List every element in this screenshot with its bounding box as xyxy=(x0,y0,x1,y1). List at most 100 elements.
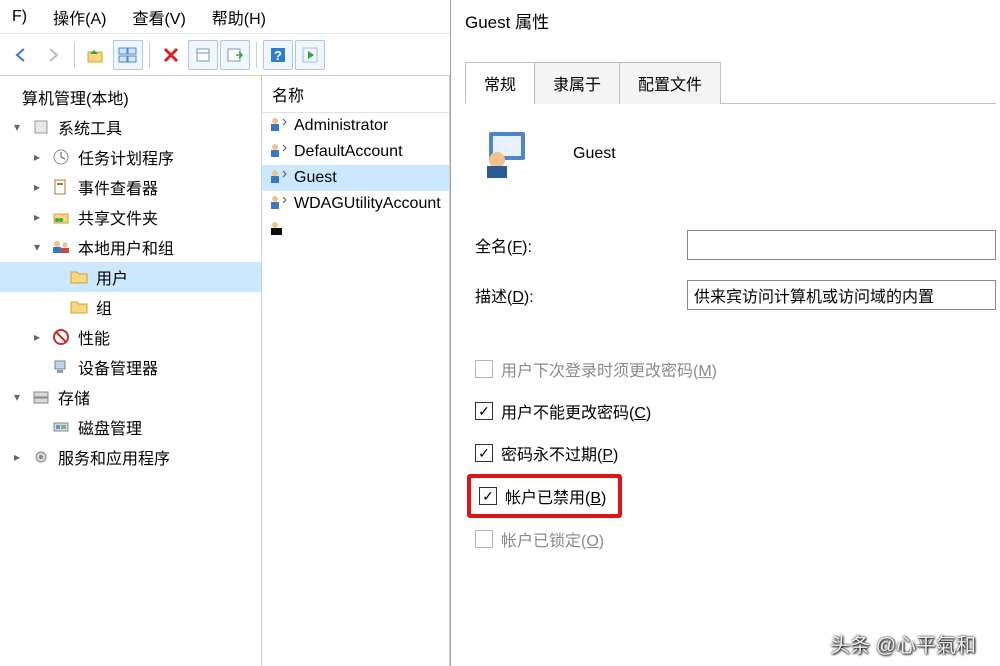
expand-icon: ▸ xyxy=(30,330,44,344)
folder-icon xyxy=(68,297,90,317)
window-tile-icon[interactable] xyxy=(113,40,143,70)
nav-forward-icon[interactable] xyxy=(38,40,68,70)
list-item-label: DefaultAccount xyxy=(294,143,403,161)
nav-back-icon[interactable] xyxy=(6,40,36,70)
tree-label: 用户 xyxy=(96,265,128,289)
user-icon xyxy=(268,194,290,214)
dialog-user-name: Guest xyxy=(573,145,616,163)
menu-file[interactable]: F) xyxy=(8,6,31,28)
storage-icon xyxy=(30,387,52,407)
user-icon xyxy=(268,142,290,162)
tree-device-manager[interactable]: 设备管理器 xyxy=(0,352,261,382)
tree-event-viewer[interactable]: ▸ 事件查看器 xyxy=(0,172,261,202)
list-item-label: Administrator xyxy=(294,117,388,135)
tree-label: 共享文件夹 xyxy=(78,205,158,229)
toolbar-separator xyxy=(149,42,150,68)
event-icon xyxy=(50,177,72,197)
fullname-row: 全名(F): xyxy=(475,220,996,270)
tree-label: 磁盘管理 xyxy=(78,415,142,439)
tree-pane: 算机管理(本地) ▾ 系统工具 ▸ 任务计划程序 ▸ 事件查看器 ▸ 共享文件夹… xyxy=(0,76,262,666)
tree-performance[interactable]: ▸ 性能 xyxy=(0,322,261,352)
checkbox-icon xyxy=(475,360,493,378)
check-password-never-expires[interactable]: ✓ 密码永不过期(P) xyxy=(475,432,996,474)
folder-up-icon[interactable] xyxy=(81,40,111,70)
tree-label: 任务计划程序 xyxy=(78,145,174,169)
shared-folder-icon xyxy=(50,207,72,227)
check-label: 用户不能更改密码(C) xyxy=(501,399,651,423)
tab-memberof[interactable]: 隶属于 xyxy=(534,62,620,104)
list-pane: 名称 Administrator DefaultAccount Guest WD… xyxy=(262,76,450,666)
tree-label: 本地用户和组 xyxy=(78,235,174,259)
tree-root[interactable]: 算机管理(本地) xyxy=(0,82,261,112)
check-label: 帐户已锁定(O) xyxy=(501,527,604,551)
tree-task-scheduler[interactable]: ▸ 任务计划程序 xyxy=(0,142,261,172)
collapse-icon: ▾ xyxy=(10,120,24,134)
tools-icon xyxy=(30,117,52,137)
menu-action[interactable]: 操作(A) xyxy=(49,3,110,31)
list-item[interactable] xyxy=(262,217,449,243)
tree-users[interactable]: 用户 xyxy=(0,262,261,292)
list-item[interactable]: Guest xyxy=(262,165,449,191)
play-icon[interactable] xyxy=(295,40,325,70)
description-input[interactable] xyxy=(687,280,996,310)
tab-profile[interactable]: 配置文件 xyxy=(619,62,721,104)
tree-label: 系统工具 xyxy=(58,115,122,139)
properties-icon[interactable] xyxy=(188,40,218,70)
check-label: 用户下次登录时须更改密码(M) xyxy=(501,357,717,381)
collapse-icon: ▾ xyxy=(30,240,44,254)
collapse-icon: ▾ xyxy=(10,390,24,404)
fullname-label: 全名(F): xyxy=(475,233,675,257)
toolbar-separator xyxy=(256,42,257,68)
tree-label: 事件查看器 xyxy=(78,175,158,199)
clock-icon xyxy=(50,147,72,167)
tree-system-tools[interactable]: ▾ 系统工具 xyxy=(0,112,261,142)
expand-icon: ▸ xyxy=(30,150,44,164)
tree-label: 设备管理器 xyxy=(78,355,158,379)
check-label: 密码永不过期(P) xyxy=(501,441,618,465)
expand-icon: ▸ xyxy=(30,210,44,224)
checkbox-icon: ✓ xyxy=(479,487,497,505)
user-large-icon xyxy=(481,128,533,180)
tree-storage[interactable]: ▾ 存储 xyxy=(0,382,261,412)
delete-x-icon[interactable] xyxy=(156,40,186,70)
highlight-box: ✓ 帐户已禁用(B) xyxy=(467,474,622,518)
user-icon xyxy=(268,168,290,188)
tab-general[interactable]: 常规 xyxy=(465,62,535,104)
list-item[interactable]: Administrator xyxy=(262,113,449,139)
gear-icon xyxy=(30,447,52,467)
user-icon xyxy=(268,116,290,136)
dialog-title: Guest 属性 xyxy=(451,0,1000,41)
tree-disk-management[interactable]: 磁盘管理 xyxy=(0,412,261,442)
check-cannot-change-password[interactable]: ✓ 用户不能更改密码(C) xyxy=(475,390,996,432)
fullname-input[interactable] xyxy=(687,230,996,260)
guest-properties-dialog: Guest 属性 常规 隶属于 配置文件 Guest 全名(F): 描述(D): xyxy=(450,0,1000,666)
expand-icon: ▸ xyxy=(10,450,24,464)
tree-services-apps[interactable]: ▸ 服务和应用程序 xyxy=(0,442,261,472)
users-groups-icon xyxy=(50,237,72,257)
list-item[interactable]: DefaultAccount xyxy=(262,139,449,165)
device-icon xyxy=(50,357,72,377)
help-icon[interactable]: ? xyxy=(263,40,293,70)
performance-icon xyxy=(50,327,72,347)
checkbox-icon xyxy=(475,530,493,548)
tree-root-label: 算机管理(本地) xyxy=(22,85,129,109)
list-item-label: WDAGUtilityAccount xyxy=(294,195,441,213)
expand-icon: ▸ xyxy=(30,180,44,194)
menu-view[interactable]: 查看(V) xyxy=(128,3,189,31)
checkbox-icon: ✓ xyxy=(475,444,493,462)
checkbox-icon: ✓ xyxy=(475,402,493,420)
list-header-name[interactable]: 名称 xyxy=(262,76,449,113)
menu-help[interactable]: 帮助(H) xyxy=(208,3,270,31)
tree-label: 性能 xyxy=(78,325,110,349)
tree-groups[interactable]: 组 xyxy=(0,292,261,322)
tree-local-users-groups[interactable]: ▾ 本地用户和组 xyxy=(0,232,261,262)
description-label: 描述(D): xyxy=(475,283,675,307)
tree-shared-folders[interactable]: ▸ 共享文件夹 xyxy=(0,202,261,232)
list-item[interactable]: WDAGUtilityAccount xyxy=(262,191,449,217)
export-list-icon[interactable] xyxy=(220,40,250,70)
user-icon xyxy=(268,220,290,240)
tab-panel-general: Guest 全名(F): 描述(D): 用户下次登录时须更改密码(M) ✓ 用户… xyxy=(451,104,1000,574)
description-row: 描述(D): xyxy=(475,270,996,320)
tab-strip: 常规 隶属于 配置文件 xyxy=(465,61,996,104)
check-account-disabled[interactable]: ✓ 帐户已禁用(B) xyxy=(471,481,606,511)
